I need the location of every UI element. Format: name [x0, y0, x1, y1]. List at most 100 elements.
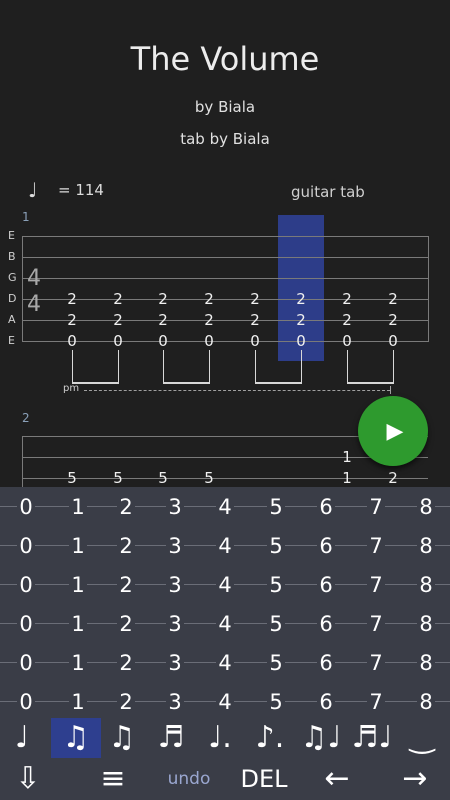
fret-key[interactable]: 7	[354, 609, 398, 639]
delete-button[interactable]: DEL	[232, 759, 296, 799]
fret-key[interactable]: 7	[354, 687, 398, 717]
fret-key[interactable]: 4	[203, 648, 247, 678]
fret-key[interactable]: 1	[56, 687, 100, 717]
fret-key[interactable]: 4	[203, 609, 247, 639]
fret-key[interactable]: 1	[56, 492, 100, 522]
sixteenth-notes-icon[interactable]: ♬	[146, 718, 196, 758]
fret-key[interactable]: 4	[203, 531, 247, 561]
fret-key[interactable]: 8	[404, 648, 448, 678]
fret-number[interactable]: 2	[246, 312, 264, 328]
fret-key[interactable]: 1	[56, 609, 100, 639]
fret-key[interactable]: 3	[153, 609, 197, 639]
fret-key[interactable]: 6	[304, 609, 348, 639]
fret-number[interactable]: 2	[338, 312, 356, 328]
sixteenth-triplet-icon[interactable]: ♬♩	[347, 718, 397, 758]
fret-key[interactable]: 5	[254, 609, 298, 639]
triplet-icon[interactable]: ♫♩	[296, 718, 346, 758]
fret-key[interactable]: 2	[104, 570, 148, 600]
fret-number[interactable]: 2	[200, 312, 218, 328]
fret-key[interactable]: 0	[4, 570, 48, 600]
fret-key[interactable]: 5	[254, 687, 298, 717]
fret-number[interactable]: 0	[338, 333, 356, 349]
track-name[interactable]: guitar tab	[291, 183, 365, 201]
fret-number[interactable]: 2	[292, 291, 310, 307]
fret-number[interactable]: 1	[338, 449, 356, 465]
fret-key[interactable]: 3	[153, 687, 197, 717]
fret-key[interactable]: 8	[404, 570, 448, 600]
fret-key[interactable]: 8	[404, 492, 448, 522]
fret-number[interactable]: 2	[384, 312, 402, 328]
fret-number[interactable]: 5	[154, 470, 172, 486]
fret-number[interactable]: 0	[109, 333, 127, 349]
fret-number[interactable]: 5	[200, 470, 218, 486]
eighth-notes-icon[interactable]: ♫	[97, 718, 147, 758]
fret-number[interactable]: 5	[109, 470, 127, 486]
fret-key[interactable]: 6	[304, 531, 348, 561]
fret-key[interactable]: 3	[153, 531, 197, 561]
fret-key[interactable]: 0	[4, 648, 48, 678]
tie-icon[interactable]: ‿	[397, 718, 447, 758]
fret-key[interactable]: 3	[153, 492, 197, 522]
fret-key[interactable]: 7	[354, 531, 398, 561]
left-arrow-icon[interactable]: ←	[308, 759, 366, 799]
fret-number[interactable]: 0	[63, 333, 81, 349]
fret-key[interactable]: 6	[304, 687, 348, 717]
undo-button[interactable]: undo	[160, 759, 218, 799]
fret-key[interactable]: 6	[304, 570, 348, 600]
fret-number[interactable]: 2	[200, 291, 218, 307]
fret-key[interactable]: 5	[254, 570, 298, 600]
fret-key[interactable]: 2	[104, 687, 148, 717]
fret-key[interactable]: 5	[254, 648, 298, 678]
fret-number[interactable]: 2	[292, 312, 310, 328]
fret-number[interactable]: 0	[154, 333, 172, 349]
quarter-note-icon[interactable]: ♩	[0, 718, 47, 758]
fret-number[interactable]: 2	[246, 291, 264, 307]
fret-key[interactable]: 0	[4, 492, 48, 522]
fret-key[interactable]: 0	[4, 687, 48, 717]
fret-key[interactable]: 2	[104, 531, 148, 561]
fret-key[interactable]: 7	[354, 648, 398, 678]
fret-key[interactable]: 7	[354, 492, 398, 522]
fret-number[interactable]: 0	[292, 333, 310, 349]
fret-number[interactable]: 2	[154, 312, 172, 328]
fret-key[interactable]: 8	[404, 531, 448, 561]
down-arrow-icon[interactable]: ⇩	[0, 759, 56, 799]
fret-number[interactable]: 1	[338, 470, 356, 486]
fret-number[interactable]: 2	[63, 312, 81, 328]
fret-key[interactable]: 7	[354, 570, 398, 600]
fret-key[interactable]: 4	[203, 570, 247, 600]
fret-key[interactable]: 3	[153, 648, 197, 678]
menu-icon[interactable]: ≡	[88, 759, 138, 799]
fret-key[interactable]: 5	[254, 531, 298, 561]
fret-key[interactable]: 2	[104, 609, 148, 639]
fret-key[interactable]: 1	[56, 570, 100, 600]
fret-number[interactable]: 2	[384, 291, 402, 307]
fret-key[interactable]: 1	[56, 531, 100, 561]
play-button[interactable]: ▶	[358, 396, 428, 466]
fret-key[interactable]: 0	[4, 609, 48, 639]
fret-number[interactable]: 2	[338, 291, 356, 307]
fret-key[interactable]: 6	[304, 492, 348, 522]
fret-key[interactable]: 0	[4, 531, 48, 561]
fret-key[interactable]: 1	[56, 648, 100, 678]
fret-key[interactable]: 8	[404, 687, 448, 717]
fret-number[interactable]: 0	[384, 333, 402, 349]
fret-key[interactable]: 8	[404, 609, 448, 639]
dotted-quarter-icon[interactable]: ♩.	[195, 718, 245, 758]
fret-number[interactable]: 2	[109, 291, 127, 307]
fret-key[interactable]: 4	[203, 492, 247, 522]
right-arrow-icon[interactable]: →	[386, 759, 444, 799]
fret-number[interactable]: 2	[63, 291, 81, 307]
fret-number[interactable]: 2	[384, 470, 402, 486]
fret-key[interactable]: 4	[203, 687, 247, 717]
fret-number[interactable]: 5	[63, 470, 81, 486]
fret-number[interactable]: 2	[154, 291, 172, 307]
fret-key[interactable]: 2	[104, 492, 148, 522]
fret-key[interactable]: 5	[254, 492, 298, 522]
eighth-notes-icon[interactable]: ♫	[51, 718, 101, 758]
fret-number[interactable]: 0	[200, 333, 218, 349]
dotted-eighth-icon[interactable]: ♪.	[245, 718, 295, 758]
fret-key[interactable]: 3	[153, 570, 197, 600]
fret-number[interactable]: 2	[109, 312, 127, 328]
fret-key[interactable]: 6	[304, 648, 348, 678]
